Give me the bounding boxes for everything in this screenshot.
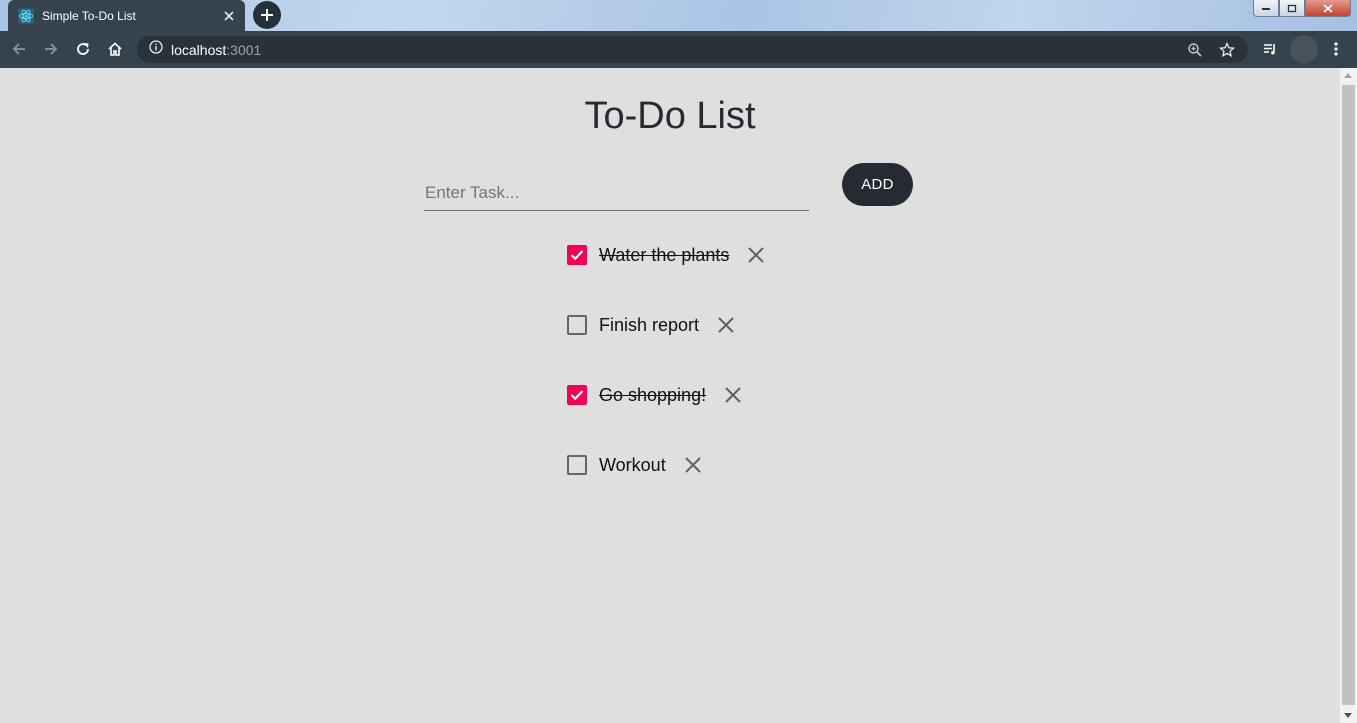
home-button[interactable] bbox=[103, 37, 127, 61]
page-content: To-Do List ADD Water the plants Finish re… bbox=[0, 68, 1340, 723]
back-button[interactable] bbox=[7, 37, 31, 61]
profile-avatar[interactable] bbox=[1290, 35, 1318, 63]
window-controls bbox=[1253, 0, 1351, 17]
close-tab-icon[interactable] bbox=[221, 8, 237, 24]
todo-item: Finish report bbox=[565, 308, 767, 378]
browser-toolbar: localhost:3001 bbox=[0, 31, 1357, 68]
info-icon[interactable] bbox=[149, 40, 163, 59]
task-text: Workout bbox=[599, 455, 666, 475]
minimize-button[interactable] bbox=[1253, 0, 1279, 17]
checkmark-icon bbox=[570, 390, 584, 401]
reload-button[interactable] bbox=[71, 37, 95, 61]
address-bar[interactable]: localhost:3001 bbox=[137, 36, 1248, 63]
task-text: Water the plants bbox=[599, 245, 730, 265]
close-window-button[interactable] bbox=[1305, 0, 1351, 17]
close-icon bbox=[748, 247, 765, 263]
task-checkbox-checked[interactable] bbox=[567, 245, 587, 265]
url-host: localhost bbox=[171, 41, 227, 58]
add-button[interactable]: ADD bbox=[842, 163, 913, 206]
arrow-left-icon bbox=[12, 43, 25, 55]
todo-item: Water the plants bbox=[565, 238, 767, 308]
restore-icon bbox=[1287, 4, 1297, 12]
more-vertical-icon bbox=[1334, 42, 1338, 56]
playlist-icon bbox=[1264, 44, 1275, 55]
url-port: :3001 bbox=[226, 41, 262, 58]
todo-item: Workout bbox=[565, 448, 767, 518]
delete-task-button[interactable] bbox=[722, 384, 744, 406]
scroll-down-icon[interactable] bbox=[1344, 713, 1352, 718]
star-icon[interactable] bbox=[1216, 39, 1238, 61]
task-text: Go shopping! bbox=[599, 385, 707, 405]
task-text: Finish report bbox=[599, 315, 700, 335]
scroll-up-icon[interactable] bbox=[1344, 73, 1352, 78]
zoom-icon[interactable] bbox=[1184, 39, 1206, 61]
plus-icon bbox=[261, 9, 273, 21]
page-title: To-Do List bbox=[584, 95, 756, 137]
close-window-icon bbox=[1323, 3, 1333, 13]
browser-tab-active[interactable]: Simple To-Do List bbox=[8, 0, 245, 31]
close-icon bbox=[725, 387, 741, 403]
close-icon bbox=[684, 457, 701, 473]
todo-list: Water the plants Finish report Go shopping… bbox=[565, 238, 767, 518]
task-checkbox[interactable] bbox=[567, 315, 587, 335]
menu-button[interactable] bbox=[1324, 37, 1348, 61]
delete-task-button[interactable] bbox=[715, 314, 737, 336]
browser-titlebar: Simple To-Do List bbox=[0, 0, 1357, 31]
checkmark-icon bbox=[570, 250, 584, 261]
url-text[interactable]: localhost:3001 bbox=[171, 42, 1174, 58]
task-checkbox[interactable] bbox=[567, 455, 587, 475]
tab-title: Simple To-Do List bbox=[42, 8, 136, 23]
delete-task-button[interactable] bbox=[682, 454, 704, 476]
home-icon bbox=[108, 42, 122, 56]
reload-icon bbox=[77, 43, 89, 55]
scroll-thumb[interactable] bbox=[1342, 85, 1355, 705]
maximize-button[interactable] bbox=[1279, 0, 1305, 17]
media-queue-button[interactable] bbox=[1258, 37, 1282, 61]
react-icon bbox=[18, 7, 34, 24]
forward-button[interactable] bbox=[39, 37, 63, 61]
close-icon bbox=[718, 317, 734, 333]
page-scrollbar[interactable] bbox=[1340, 68, 1357, 723]
delete-task-button[interactable] bbox=[745, 244, 767, 266]
arrow-right-icon bbox=[45, 43, 58, 55]
minimize-icon bbox=[1262, 8, 1270, 10]
todo-item: Go shopping! bbox=[565, 378, 767, 448]
new-tab-button[interactable] bbox=[253, 1, 281, 29]
task-checkbox-checked[interactable] bbox=[567, 385, 587, 405]
task-input[interactable] bbox=[424, 176, 809, 211]
